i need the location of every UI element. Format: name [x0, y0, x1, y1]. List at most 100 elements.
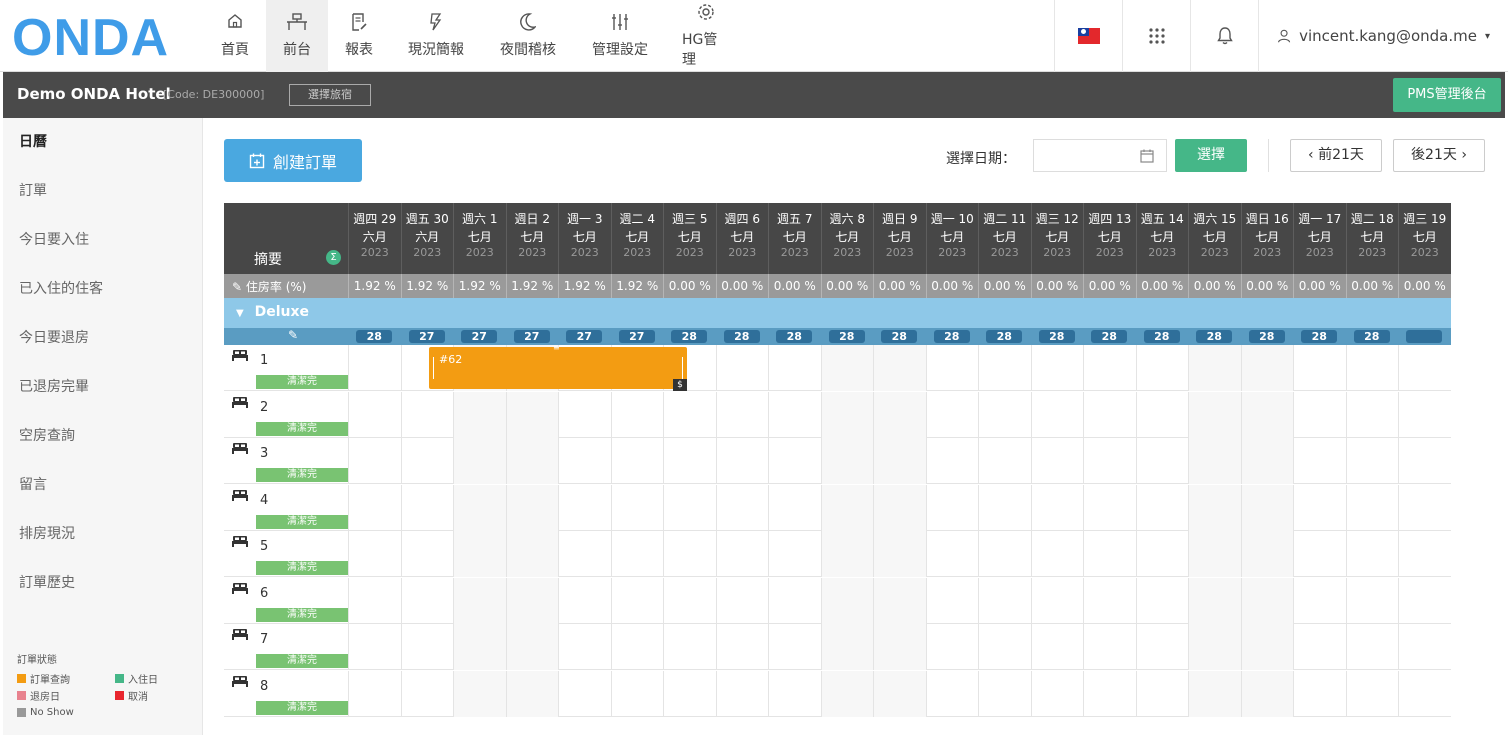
calendar-cell[interactable] [1030, 670, 1084, 717]
calendar-cell[interactable] [505, 624, 558, 670]
housekeeping-status[interactable]: 清潔完 [256, 607, 348, 622]
calendar-cell[interactable] [925, 438, 979, 484]
calendar-cell[interactable] [873, 438, 926, 484]
calendar-cell[interactable] [820, 670, 873, 717]
calendar-cell[interactable] [1135, 577, 1189, 624]
calendar-cell[interactable] [1083, 438, 1136, 484]
calendar-cell[interactable] [1293, 670, 1346, 717]
calendar-cell[interactable] [453, 624, 506, 670]
calendar-cell[interactable] [925, 624, 979, 670]
calendar-cell[interactable] [1030, 624, 1084, 670]
nav-item[interactable]: 現況簡報 [390, 0, 482, 72]
availability-badge[interactable]: 28 [723, 330, 760, 343]
calendar-cell[interactable] [1083, 484, 1136, 531]
calendar-cell[interactable] [400, 438, 454, 484]
calendar-cell[interactable] [453, 391, 506, 438]
calendar-cell[interactable] [925, 484, 979, 531]
sidebar-item[interactable]: 已退房完畢 [3, 363, 202, 412]
calendar-cell[interactable] [1240, 484, 1293, 531]
calendar-cell[interactable] [1083, 345, 1136, 391]
calendar-cell[interactable] [978, 345, 1031, 391]
availability-badge[interactable]: 27 [513, 330, 550, 343]
user-menu[interactable]: vincent.kang@onda.me ▾ [1258, 0, 1508, 72]
calendar-cell[interactable] [663, 391, 716, 438]
nav-item[interactable]: 夜間稽核 [482, 0, 574, 72]
nav-item[interactable]: 首頁 [204, 0, 266, 72]
select-hotel-button[interactable]: 選擇旅宿 [289, 84, 371, 106]
calendar-cell[interactable] [1293, 345, 1346, 391]
calendar-cell[interactable] [453, 438, 506, 484]
housekeeping-status[interactable]: 清潔完 [256, 375, 348, 389]
sidebar-item[interactable]: 今日要入住 [3, 216, 202, 265]
calendar-cell[interactable] [1293, 624, 1346, 670]
availability-badge[interactable]: 28 [1248, 330, 1285, 343]
housekeeping-status[interactable]: 清潔完 [256, 561, 348, 575]
housekeeping-status[interactable]: 清潔完 [256, 514, 348, 529]
apps-menu[interactable] [1122, 0, 1190, 72]
calendar-cell[interactable] [663, 438, 716, 484]
calendar-cell[interactable] [1345, 577, 1399, 624]
calendar-cell[interactable] [873, 577, 926, 624]
calendar-cell[interactable] [558, 531, 611, 577]
calendar-cell[interactable] [873, 484, 926, 531]
calendar-cell[interactable] [1398, 438, 1451, 484]
availability-badge[interactable] [1406, 330, 1443, 343]
calendar-cell[interactable] [610, 531, 664, 577]
calendar-cell[interactable] [1135, 624, 1189, 670]
calendar-cell[interactable] [1240, 345, 1293, 391]
availability-badge[interactable]: 27 [461, 330, 498, 343]
calendar-cell[interactable] [610, 670, 664, 717]
calendar-cell[interactable] [768, 391, 821, 438]
calendar-cell[interactable] [768, 438, 821, 484]
onda-logo[interactable]: ONDA [12, 8, 169, 68]
calendar-cell[interactable] [610, 577, 664, 624]
calendar-cell[interactable] [505, 438, 558, 484]
calendar-cell[interactable] [1135, 438, 1189, 484]
calendar-cell[interactable] [925, 670, 979, 717]
calendar-cell[interactable] [1188, 484, 1241, 531]
calendar-cell[interactable] [978, 531, 1031, 577]
calendar-cell[interactable] [978, 577, 1031, 624]
calendar-cell[interactable] [873, 624, 926, 670]
calendar-cell[interactable] [400, 577, 454, 624]
calendar-cell[interactable] [400, 484, 454, 531]
calendar-cell[interactable] [1030, 577, 1084, 624]
calendar-cell[interactable] [1188, 670, 1241, 717]
calendar-cell[interactable] [453, 484, 506, 531]
calendar-cell[interactable] [715, 345, 769, 391]
availability-badge[interactable]: 28 [1143, 330, 1180, 343]
calendar-cell[interactable] [1293, 391, 1346, 438]
calendar-cell[interactable] [400, 624, 454, 670]
calendar-cell[interactable] [1135, 484, 1189, 531]
availability-badge[interactable]: 28 [881, 330, 918, 343]
calendar-cell[interactable] [663, 531, 716, 577]
calendar-cell[interactable] [505, 391, 558, 438]
calendar-cell[interactable] [925, 577, 979, 624]
calendar-cell[interactable] [558, 438, 611, 484]
calendar-cell[interactable] [1398, 345, 1451, 391]
calendar-cell[interactable] [873, 391, 926, 438]
calendar-cell[interactable] [1293, 484, 1346, 531]
calendar-cell[interactable] [453, 670, 506, 717]
availability-badge[interactable]: 27 [618, 330, 655, 343]
calendar-cell[interactable] [610, 391, 664, 438]
availability-badge[interactable]: 28 [671, 330, 708, 343]
calendar-cell[interactable] [715, 531, 769, 577]
calendar-cell[interactable] [348, 624, 401, 670]
calendar-cell[interactable] [1083, 531, 1136, 577]
calendar-cell[interactable] [1345, 624, 1399, 670]
availability-badge[interactable]: 28 [1091, 330, 1128, 343]
calendar-cell[interactable] [820, 577, 873, 624]
nav-item[interactable]: 前台 [266, 0, 328, 72]
calendar-cell[interactable] [1135, 531, 1189, 577]
calendar-cell[interactable] [1398, 391, 1451, 438]
next-21-days-button[interactable]: 後21天 › [1393, 139, 1485, 172]
calendar-cell[interactable] [1345, 484, 1399, 531]
calendar-cell[interactable] [1240, 577, 1293, 624]
calendar-cell[interactable] [1030, 438, 1084, 484]
calendar-cell[interactable] [1188, 531, 1241, 577]
calendar-cell[interactable] [1083, 670, 1136, 717]
sidebar-item[interactable]: 排房現況 [3, 510, 202, 559]
calendar-cell[interactable] [820, 438, 873, 484]
housekeeping-status[interactable]: 清潔完 [256, 421, 348, 436]
